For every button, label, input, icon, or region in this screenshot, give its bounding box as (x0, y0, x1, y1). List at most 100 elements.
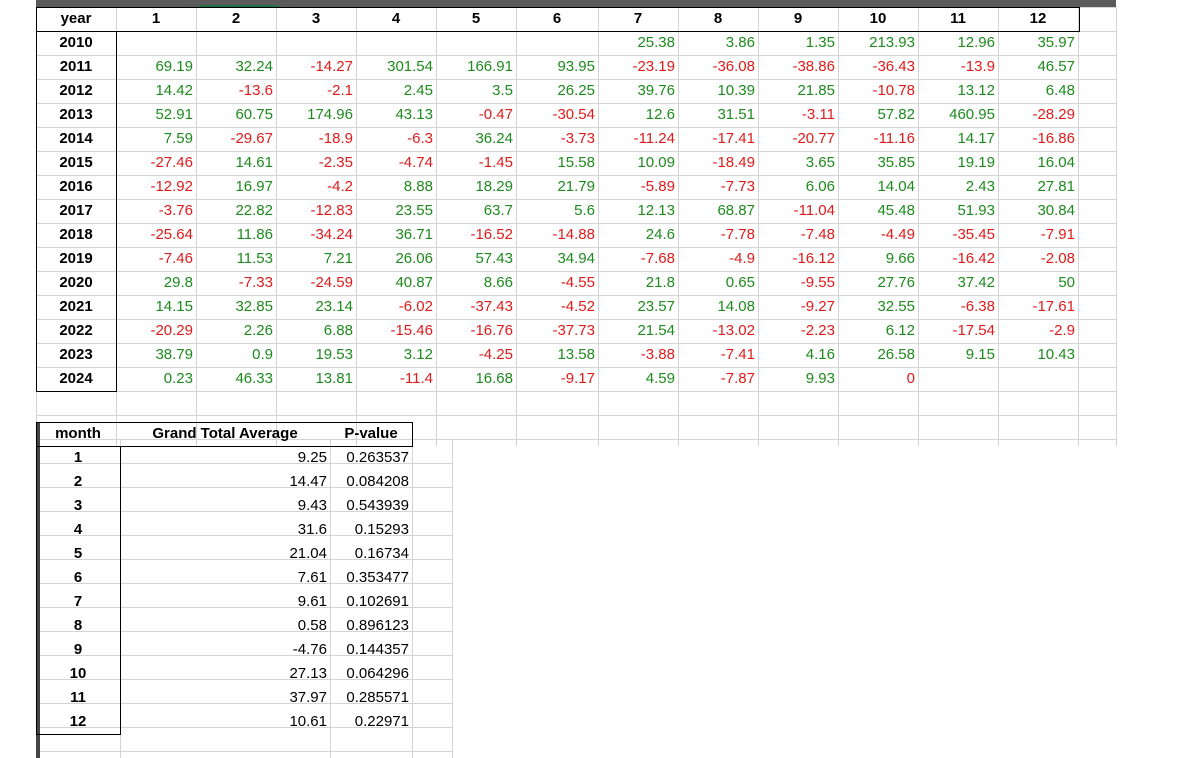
data-cell[interactable]: -7.41 (678, 343, 758, 367)
year-label[interactable]: 2018 (36, 223, 116, 247)
data-cell[interactable]: 93.95 (516, 55, 598, 79)
summary-average[interactable]: 37.97 (120, 686, 330, 710)
data-cell[interactable]: -7.91 (998, 223, 1078, 247)
data-cell[interactable]: 14.04 (838, 175, 918, 199)
data-cell[interactable]: -12.92 (116, 175, 196, 199)
data-cell[interactable]: 23.57 (598, 295, 678, 319)
spreadsheet-grid[interactable]: year 1 2 3 4 5 6 7 8 9 10 11 12 2010 25.38 3.86 1.35 213.… (0, 0, 1200, 758)
data-cell[interactable]: -2.08 (998, 247, 1078, 271)
data-cell[interactable]: 16.04 (998, 151, 1078, 175)
summary-average[interactable]: 31.6 (120, 518, 330, 542)
data-cell[interactable]: -25.64 (116, 223, 196, 247)
summary-average[interactable]: 14.47 (120, 470, 330, 494)
data-cell[interactable]: 14.08 (678, 295, 758, 319)
header-month-2[interactable]: 2 (196, 7, 276, 31)
data-cell[interactable]: 19.53 (276, 343, 356, 367)
data-cell[interactable]: -24.59 (276, 271, 356, 295)
data-cell[interactable]: -16.52 (436, 223, 516, 247)
summary-average[interactable]: 27.13 (120, 662, 330, 686)
data-cell[interactable]: -2.35 (276, 151, 356, 175)
header-month[interactable]: month (36, 422, 120, 446)
header-month-9[interactable]: 9 (758, 7, 838, 31)
data-cell[interactable]: 43.13 (356, 103, 436, 127)
data-cell[interactable]: -16.42 (918, 247, 998, 271)
data-cell[interactable]: -3.88 (598, 343, 678, 367)
data-cell[interactable]: 26.58 (838, 343, 918, 367)
summary-month[interactable]: 6 (36, 566, 120, 590)
data-cell[interactable]: 4.16 (758, 343, 838, 367)
summary-p-value[interactable]: 0.22971 (330, 710, 412, 734)
data-cell[interactable] (356, 31, 436, 55)
data-cell[interactable]: 16.97 (196, 175, 276, 199)
data-cell[interactable] (436, 31, 516, 55)
data-cell[interactable]: 8.88 (356, 175, 436, 199)
data-cell[interactable]: 57.43 (436, 247, 516, 271)
data-cell[interactable]: 30.84 (998, 199, 1078, 223)
summary-p-value[interactable]: 0.144357 (330, 638, 412, 662)
data-cell[interactable]: 12.13 (598, 199, 678, 223)
data-cell[interactable]: 57.82 (838, 103, 918, 127)
data-cell[interactable]: 9.93 (758, 367, 838, 391)
data-cell[interactable]: -6.38 (918, 295, 998, 319)
year-label[interactable]: 2022 (36, 319, 116, 343)
data-cell[interactable]: -14.27 (276, 55, 356, 79)
data-cell[interactable]: -20.77 (758, 127, 838, 151)
data-cell[interactable]: -37.73 (516, 319, 598, 343)
data-cell[interactable]: 32.55 (838, 295, 918, 319)
data-cell[interactable]: -3.76 (116, 199, 196, 223)
data-cell[interactable]: 174.96 (276, 103, 356, 127)
data-cell[interactable]: -2.23 (758, 319, 838, 343)
summary-month[interactable]: 11 (36, 686, 120, 710)
data-cell[interactable]: -13.6 (196, 79, 276, 103)
summary-month[interactable]: 12 (36, 710, 120, 734)
data-cell[interactable]: -4.49 (838, 223, 918, 247)
data-cell[interactable]: -7.46 (116, 247, 196, 271)
header-month-6[interactable]: 6 (516, 7, 598, 31)
data-cell[interactable]: 19.19 (918, 151, 998, 175)
data-cell[interactable]: -18.49 (678, 151, 758, 175)
data-cell[interactable]: 23.55 (356, 199, 436, 223)
data-cell[interactable]: -9.55 (758, 271, 838, 295)
data-cell[interactable]: 26.25 (516, 79, 598, 103)
data-cell[interactable]: 36.24 (436, 127, 516, 151)
header-month-1[interactable]: 1 (116, 7, 196, 31)
year-label[interactable]: 2015 (36, 151, 116, 175)
summary-month[interactable]: 8 (36, 614, 120, 638)
data-cell[interactable]: 6.12 (838, 319, 918, 343)
data-cell[interactable]: 7.59 (116, 127, 196, 151)
summary-average[interactable]: 0.58 (120, 614, 330, 638)
data-cell[interactable]: 301.54 (356, 55, 436, 79)
data-cell[interactable]: -0.47 (436, 103, 516, 127)
data-cell[interactable]: -11.24 (598, 127, 678, 151)
data-cell[interactable]: 68.87 (678, 199, 758, 223)
data-cell[interactable]: 9.15 (918, 343, 998, 367)
data-cell[interactable]: 36.71 (356, 223, 436, 247)
header-year[interactable]: year (36, 7, 116, 31)
summary-p-value[interactable]: 0.285571 (330, 686, 412, 710)
summary-p-value[interactable]: 0.543939 (330, 494, 412, 518)
year-label[interactable]: 2017 (36, 199, 116, 223)
data-cell[interactable]: -7.48 (758, 223, 838, 247)
data-cell[interactable]: -16.86 (998, 127, 1078, 151)
year-label[interactable]: 2020 (36, 271, 116, 295)
data-cell[interactable]: -6.02 (356, 295, 436, 319)
data-cell[interactable]: 21.79 (516, 175, 598, 199)
data-cell[interactable]: 60.75 (196, 103, 276, 127)
data-cell[interactable] (116, 31, 196, 55)
data-cell[interactable]: -11.04 (758, 199, 838, 223)
data-cell[interactable]: -6.3 (356, 127, 436, 151)
data-cell[interactable]: 14.42 (116, 79, 196, 103)
year-label[interactable]: 2023 (36, 343, 116, 367)
data-cell[interactable]: 27.81 (998, 175, 1078, 199)
year-label[interactable]: 2021 (36, 295, 116, 319)
data-cell[interactable]: 6.06 (758, 175, 838, 199)
data-cell[interactable]: 0 (838, 367, 918, 391)
summary-p-value[interactable]: 0.896123 (330, 614, 412, 638)
data-cell[interactable]: 1.35 (758, 31, 838, 55)
summary-average[interactable]: 9.25 (120, 446, 330, 470)
summary-p-value[interactable]: 0.15293 (330, 518, 412, 542)
data-cell[interactable]: -9.27 (758, 295, 838, 319)
data-cell[interactable]: -23.19 (598, 55, 678, 79)
year-label[interactable]: 2019 (36, 247, 116, 271)
data-cell[interactable]: 10.09 (598, 151, 678, 175)
